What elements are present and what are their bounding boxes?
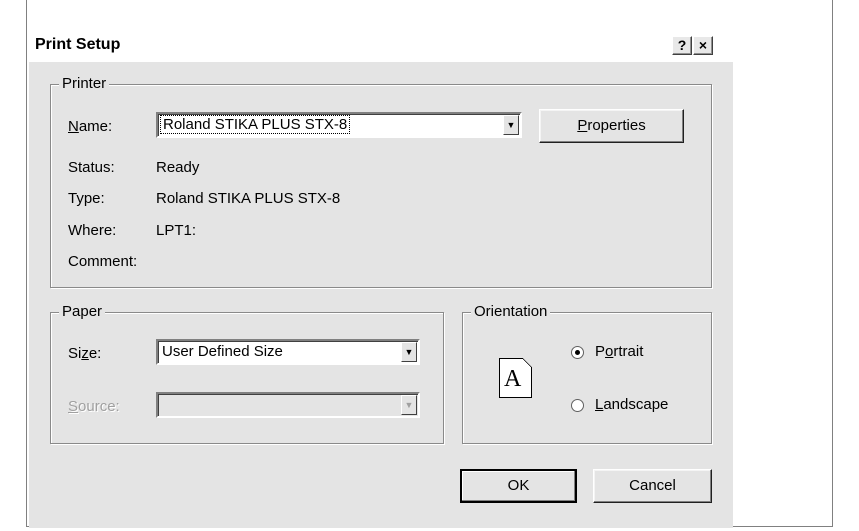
type-value: Roland STIKA PLUS STX-8: [156, 190, 341, 207]
chevron-down-icon[interactable]: ▼: [503, 115, 519, 135]
help-button[interactable]: ?: [672, 36, 692, 55]
cancel-button[interactable]: Cancel: [593, 469, 712, 503]
name-label: Name:: [68, 118, 113, 135]
orientation-group-label: Orientation: [471, 303, 551, 320]
where-label: Where:: [68, 222, 117, 239]
comment-label: Comment:: [68, 253, 138, 270]
portrait-label[interactable]: Portrait: [595, 343, 643, 360]
ok-button[interactable]: OK: [460, 469, 577, 503]
portrait-radio[interactable]: [571, 346, 584, 359]
source-label: Source:: [68, 398, 120, 415]
landscape-label[interactable]: Landscape: [595, 396, 668, 413]
status-value: Ready: [156, 159, 200, 176]
paper-size-select[interactable]: User Defined Size ▼: [156, 339, 420, 365]
printer-name-select[interactable]: Roland STIKA PLUS STX-8 ▼: [156, 112, 522, 138]
printer-name-value: Roland STIKA PLUS STX-8: [160, 115, 351, 134]
where-value: LPT1:: [156, 222, 197, 239]
status-label: Status:: [68, 159, 115, 176]
type-label: Type:: [68, 190, 105, 207]
properties-button[interactable]: Properties: [539, 109, 684, 143]
size-label: Size:: [68, 345, 102, 362]
close-button[interactable]: ×: [693, 36, 713, 55]
paper-group: Paper: [50, 303, 444, 444]
paper-size-value: User Defined Size: [162, 343, 283, 360]
paper-source-select[interactable]: ▼: [156, 392, 420, 418]
chevron-down-icon[interactable]: ▼: [401, 342, 417, 362]
landscape-radio[interactable]: [571, 399, 584, 412]
printer-group-label: Printer: [59, 75, 110, 92]
title-bar: Print Setup ? ×: [29, 28, 733, 62]
print-setup-dialog: Print Setup ? × Printer Name: Roland STI…: [29, 28, 733, 528]
portrait-page-icon: A: [499, 358, 532, 398]
chevron-down-icon[interactable]: ▼: [401, 395, 417, 415]
dialog-title: Print Setup: [35, 36, 121, 53]
paper-group-label: Paper: [59, 303, 106, 320]
